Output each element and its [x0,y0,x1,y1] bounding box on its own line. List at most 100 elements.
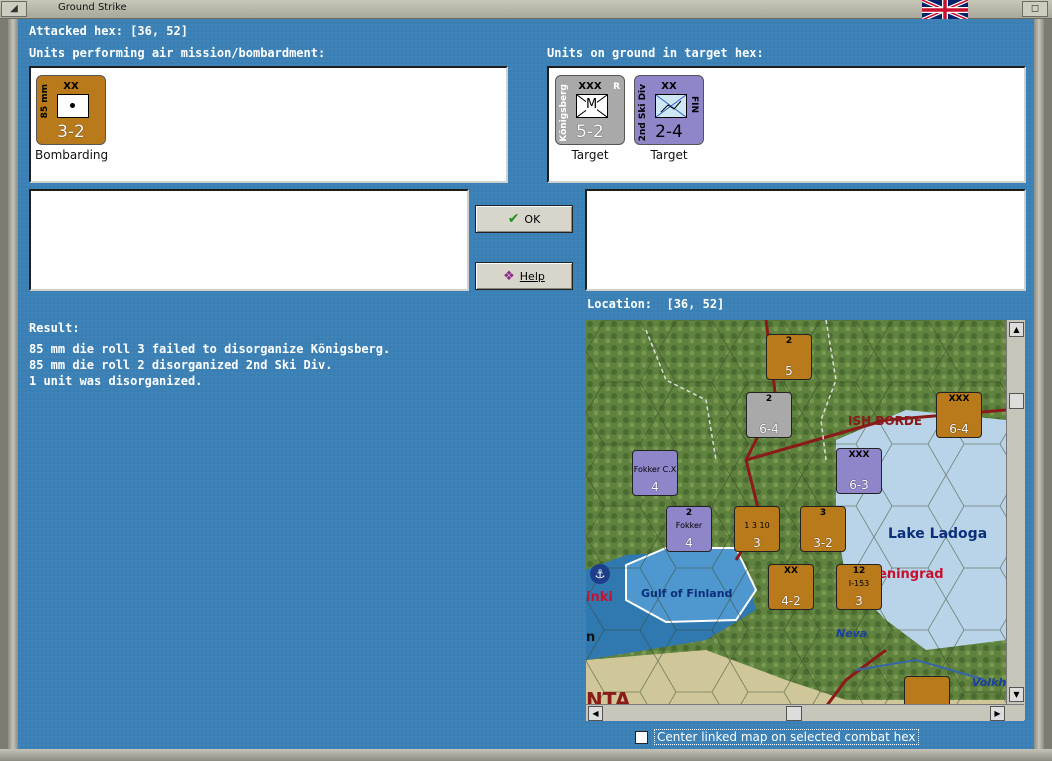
map-unit-counter[interactable]: XX 4-2 [768,564,814,610]
map-unit-counter[interactable]: 2 Fokker 4 [666,506,712,552]
map-label-lake-ladoga: Lake Ladoga [888,526,988,542]
linked-map[interactable]: Lake Ladoga Gulf of Finland eningrad ink… [586,320,1006,720]
map-unit-counter[interactable]: XXX 6-3 [836,448,882,494]
map-counter-top: 2 [765,394,773,404]
scroll-right-arrow-icon[interactable]: ▶ [990,706,1005,721]
map-counter-label: I-153 [848,579,870,588]
map-counter-top: XXX [848,450,870,460]
map-counter-label: Fokker C.X [633,465,677,474]
window-title: Ground Strike [58,2,127,13]
dialog-content: Attacked hex: [36, 52] Units performing … [18,19,1034,749]
map-counter-value: 3 [753,536,761,550]
vertical-scroll-thumb[interactable] [1009,393,1024,409]
help-book-icon: ❖ [503,268,515,284]
anchor-port-icon: ⚓ [590,564,610,584]
ski-infantry-symbol-icon [655,94,687,118]
map-terrain [586,320,1006,720]
center-map-checkbox[interactable] [635,730,648,744]
center-map-checkbox-row[interactable]: Center linked map on selected combat hex [635,729,919,745]
frame-bottom [0,749,1052,761]
artillery-symbol-icon [57,94,89,118]
defender-details-panel[interactable] [585,189,1026,291]
unit-counter-konigsberg: Königsberg XXX R M 5-2 [555,75,625,145]
close-button[interactable]: ◻ [1022,1,1048,17]
ground-unit-2nd-ski-div[interactable]: 2nd Ski Div XX FIN 2-4 Target [633,75,705,162]
result-section: Result: 85 mm die roll 3 failed to disor… [29,320,390,389]
uk-flag-icon [922,0,968,20]
map-label-volkhov: Volkh [972,676,1006,689]
air-units-panel[interactable]: 85 mm XX 3-2 Bombarding [29,66,508,183]
system-menu-button[interactable]: ◢ [1,1,27,17]
unit-strength: 5-2 [576,122,604,142]
map-counter-label: 1 3 10 [744,521,770,530]
map-label-leningrad: eningrad [878,567,944,582]
result-line: 85 mm die roll 2 disorganized 2nd Ski Di… [29,358,333,372]
location-row: Location: [36, 52] [587,297,724,311]
map-unit-counter[interactable]: XXX 6-4 [936,392,982,438]
map-counter-top: 2 [685,508,693,518]
map-counter-value: 4-2 [781,594,801,608]
map-unit-counter[interactable]: 2 6-4 [746,392,792,438]
checkmark-icon: ✔ [507,211,520,227]
map-counter-value: 3 [855,594,863,608]
unit-counter-2nd-ski-div: 2nd Ski Div XX FIN 2-4 [634,75,704,145]
unit-size: XX [63,81,79,92]
frame-right [1044,19,1052,761]
unit-caption: Target [571,148,609,162]
map-label-neva: Neva [836,627,868,640]
map-counter-top: 3 [819,508,827,518]
map-unit-counter[interactable]: Fokker C.X 4 [632,450,678,496]
map-unit-counter[interactable]: 25 [766,334,812,380]
attacked-hex-value: [36, 52] [130,24,188,38]
scroll-left-arrow-icon[interactable]: ◀ [588,706,603,721]
title-bar: ◢ Ground Strike ◻ [0,0,1052,20]
map-counter-top: 2 [785,336,793,346]
map-counter-top: XXX [948,394,970,404]
unit-size: XX [661,81,677,92]
frame-left-bar [8,19,18,749]
unit-caption: Target [650,148,688,162]
map-counter-top: 12 [852,566,866,576]
frame-right-bar [1034,19,1044,749]
location-label: Location: [587,297,653,311]
map-unit-counter[interactable]: 1 3 10 3 [734,506,780,552]
attacker-details-panel[interactable] [29,189,469,291]
unit-strength: 3-2 [57,122,85,142]
map-horizontal-scrollbar[interactable]: ◀ ▶ [586,704,1024,721]
ok-button-label: OK [524,212,541,226]
map-counter-value: 3-2 [813,536,833,550]
map-vertical-scrollbar[interactable]: ▲ ▼ [1006,320,1025,720]
map-counter-value: 4 [685,536,693,550]
unit-caption: Bombarding [35,148,109,162]
help-button-label: Help [519,269,545,283]
unit-corner: FIN [689,96,699,114]
center-map-checkbox-label[interactable]: Center linked map on selected combat hex [654,729,919,745]
help-button[interactable]: ❖ Help [475,262,573,290]
frame-left [0,19,8,761]
ground-units-panel[interactable]: Königsberg XXX R M 5-2 Target 2nd Ski Di… [547,66,1026,183]
air-unit-counter[interactable]: 85 mm XX 3-2 Bombarding [35,75,109,162]
scroll-down-arrow-icon[interactable]: ▼ [1009,687,1024,702]
map-counter-top: XX [784,566,798,576]
horizontal-scroll-thumb[interactable] [786,706,802,721]
unit-symbol-letter: M [586,97,598,112]
map-label-partial: n [586,630,596,645]
map-unit-counter[interactable]: 12 I-153 3 [836,564,882,610]
map-counter-value: 6-4 [949,422,969,436]
map-counter-value: 5 [785,364,793,378]
result-label: Result: [29,321,80,335]
attacked-hex-label: Attacked hex: [29,24,123,38]
result-line: 1 unit was disorganized. [29,374,203,388]
unit-counter-85mm: 85 mm XX 3-2 [36,75,106,145]
ground-unit-konigsberg[interactable]: Königsberg XXX R M 5-2 Target [554,75,626,162]
scroll-up-arrow-icon[interactable]: ▲ [1009,322,1024,337]
map-counter-value: 6-3 [849,478,869,492]
map-label-gulf-of-finland: Gulf of Finland [641,587,733,600]
ground-units-label: Units on ground in target hex: [547,46,764,60]
map-unit-counter[interactable]: 3 3-2 [800,506,846,552]
air-units-label: Units performing air mission/bombardment… [29,46,326,60]
ok-button[interactable]: ✔ OK [475,205,573,233]
location-value: [36, 52] [666,297,725,311]
map-counter-label: Fokker [675,521,703,530]
unit-corner: R [613,82,620,92]
